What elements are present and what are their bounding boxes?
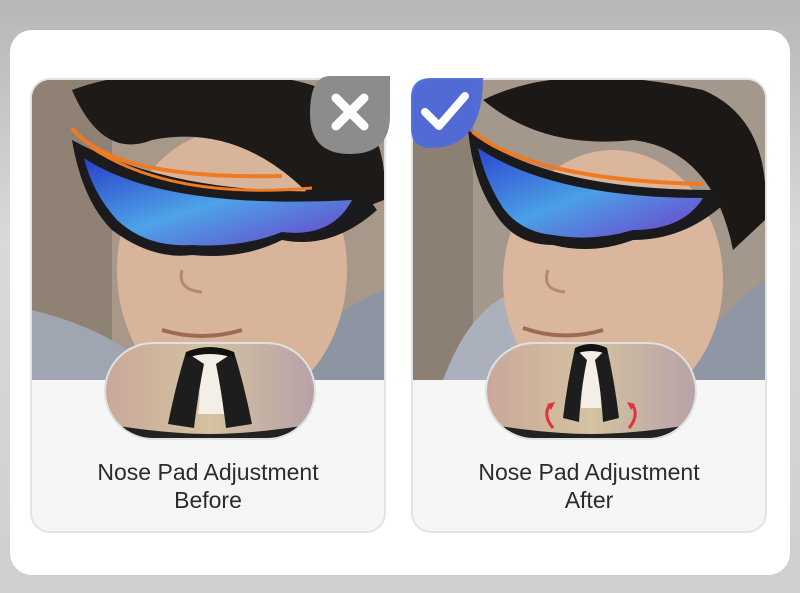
nose-pad-detail-after <box>485 342 697 440</box>
nose-pad-detail-before <box>104 342 316 440</box>
caption-subtitle: Before <box>174 487 242 513</box>
after-caption: Nose Pad Adjustment After <box>413 458 765 514</box>
caption-subtitle: After <box>564 487 614 513</box>
x-mark-icon <box>310 76 390 154</box>
checkmark-icon <box>411 78 483 148</box>
caption-title: Nose Pad Adjustment <box>97 459 319 485</box>
before-caption: Nose Pad Adjustment Before <box>32 458 384 514</box>
caption-title: Nose Pad Adjustment <box>478 459 700 485</box>
